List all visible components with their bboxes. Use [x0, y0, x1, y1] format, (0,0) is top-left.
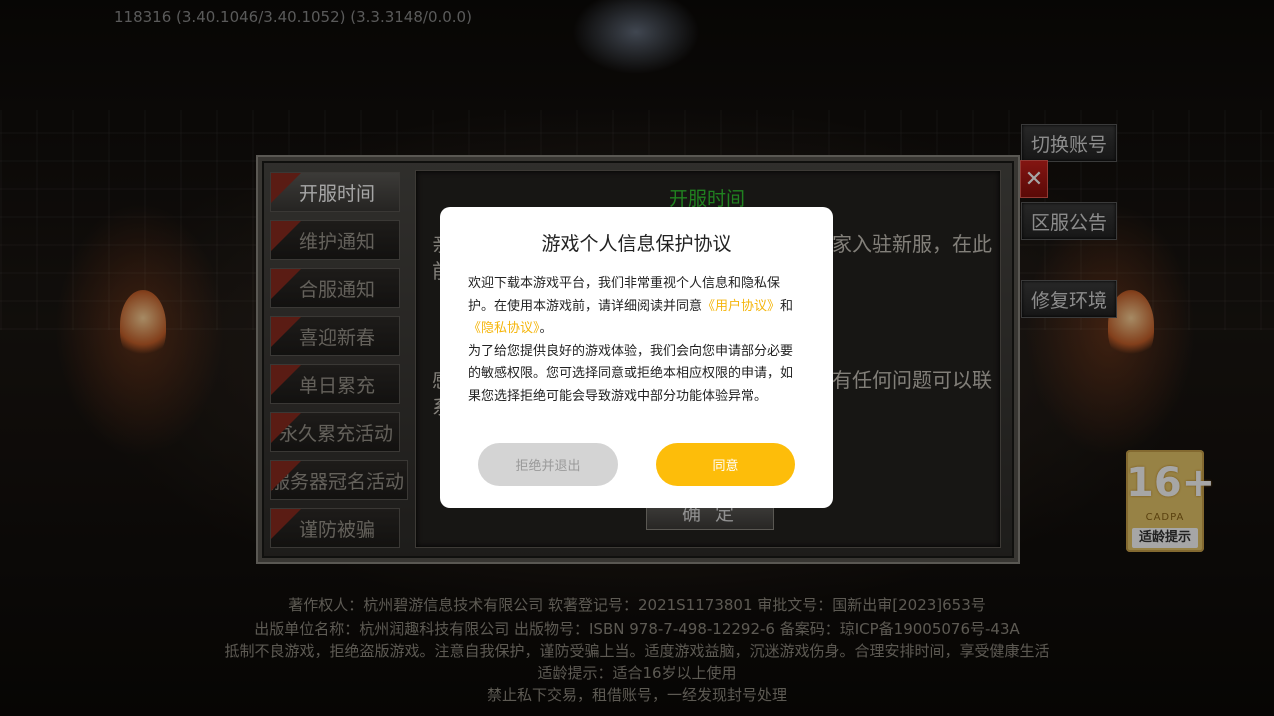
user-agreement-link[interactable]: 《用户协议》 — [702, 299, 780, 314]
agree-button[interactable]: 同意 — [656, 443, 795, 486]
dialog-body: 欢迎下载本游戏平台，我们非常重视个人信息和隐私保护。在使用本游戏前，请详细阅读并… — [468, 273, 803, 408]
privacy-agreement-link[interactable]: 《隐私协议》 — [468, 321, 540, 336]
privacy-dialog: 游戏个人信息保护协议 欢迎下载本游戏平台，我们非常重视个人信息和隐私保护。在使用… — [440, 207, 833, 508]
dialog-and: 和 — [780, 298, 794, 314]
reject-exit-button[interactable]: 拒绝并退出 — [478, 443, 618, 486]
dialog-title: 游戏个人信息保护协议 — [541, 233, 732, 255]
dialog-period: 。 — [539, 321, 553, 336]
dialog-paragraph-2: 为了给您提供良好的游戏体验，我们会向您申请部分必要的敏感权限。您可选择同意或拒绝… — [468, 343, 794, 404]
